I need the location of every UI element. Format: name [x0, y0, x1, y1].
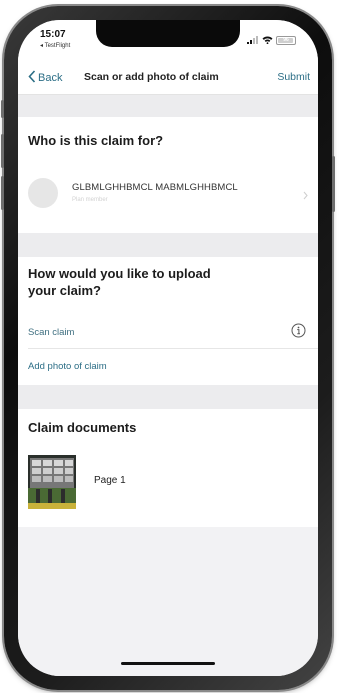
member-subtitle: Plan member	[72, 197, 108, 203]
document-label: Page 1	[94, 475, 126, 486]
documents-heading: Claim documents	[28, 420, 137, 435]
back-label: Back	[38, 72, 63, 84]
upload-heading-line-2: your claim?	[28, 283, 101, 298]
document-thumbnail	[28, 455, 76, 509]
member-name: GLBMLGHHBMCL MABMLGHHBMCL	[72, 182, 238, 193]
navigation-bar: Back Scan or add photo of claim Submit	[18, 60, 318, 95]
add-photo-row[interactable]: Add photo of claim	[18, 351, 318, 381]
battery-icon: 96	[276, 35, 296, 45]
testflight-back-link[interactable]: ◂ TestFlight	[40, 42, 70, 49]
add-photo-label: Add photo of claim	[28, 361, 107, 372]
submit-button[interactable]: Submit	[277, 71, 310, 83]
claim-for-section: Who is this claim for? GLBMLGHHBMCL MABM…	[18, 117, 318, 233]
claim-for-heading: Who is this claim for?	[28, 133, 164, 148]
phone-screen: 15:07 ◂ TestFlight 96 Back Scan or add p…	[18, 20, 318, 676]
back-button[interactable]: Back	[28, 70, 62, 86]
documents-card: Claim documents Page 1	[18, 409, 318, 527]
chevron-right-icon	[303, 187, 308, 205]
upload-heading-line-1: How would you like to upload	[28, 266, 211, 281]
section-spacer	[18, 95, 318, 117]
signal-icon	[247, 31, 259, 49]
wifi-icon	[262, 31, 273, 49]
phone-frame: 15:07 ◂ TestFlight 96 Back Scan or add p…	[1, 6, 335, 690]
volume-down-button	[1, 176, 4, 210]
notch	[96, 20, 240, 47]
section-spacer	[18, 385, 318, 409]
upload-section: How would you like to upload your claim?…	[18, 257, 318, 385]
divider	[28, 348, 318, 349]
page-title: Scan or add photo of claim	[84, 71, 219, 83]
volume-up-button	[1, 134, 4, 168]
documents-section: Claim documents Page 1	[18, 409, 318, 676]
member-row[interactable]: GLBMLGHHBMCL MABMLGHHBMCL Plan member	[18, 171, 318, 215]
chevron-left-icon	[28, 70, 36, 86]
scan-claim-label: Scan claim	[28, 327, 75, 338]
home-indicator	[121, 662, 215, 665]
info-icon[interactable]	[291, 323, 306, 343]
silent-switch	[1, 100, 4, 118]
power-button	[332, 156, 335, 212]
document-item[interactable]: Page 1	[18, 451, 318, 513]
avatar	[28, 178, 58, 208]
status-time: 15:07	[40, 29, 66, 40]
section-spacer	[18, 233, 318, 257]
status-icons: 96	[247, 31, 296, 49]
scan-claim-row[interactable]: Scan claim	[18, 319, 318, 345]
battery-level: 96	[283, 36, 289, 43]
